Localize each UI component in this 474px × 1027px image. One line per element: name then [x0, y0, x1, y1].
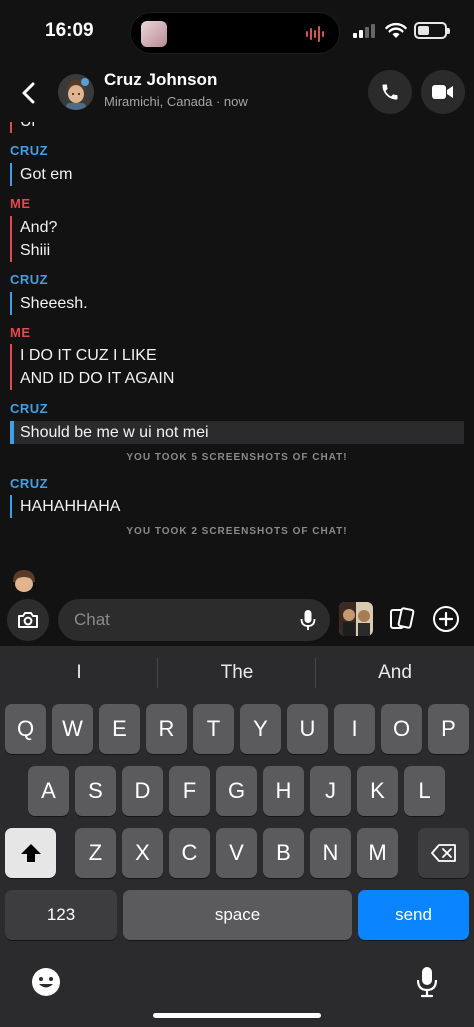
- backspace-key[interactable]: [418, 828, 469, 878]
- suggestion-1[interactable]: I: [0, 658, 158, 688]
- suggestion-3[interactable]: And: [316, 658, 474, 688]
- message-line: Shiii: [20, 242, 51, 259]
- key-r[interactable]: R: [146, 704, 187, 754]
- sticker-thumbnail-icon: [339, 602, 373, 636]
- friend-bitmoji-peek-icon: [13, 570, 35, 592]
- phone-icon: [382, 84, 398, 100]
- voice-call-button[interactable]: [368, 70, 412, 114]
- dynamic-island: [130, 12, 340, 54]
- video-icon: [432, 85, 453, 99]
- message-text[interactable]: Got em: [10, 163, 72, 186]
- sender-label: CRUZ: [10, 476, 49, 491]
- sender-label: CRUZ: [10, 401, 49, 416]
- key-h[interactable]: H: [263, 766, 304, 816]
- message-composer: [0, 594, 474, 646]
- key-n[interactable]: N: [310, 828, 351, 878]
- key-k[interactable]: K: [357, 766, 398, 816]
- video-call-button[interactable]: [421, 70, 465, 114]
- sender-label: CRUZ: [10, 143, 49, 158]
- battery-icon: [414, 22, 450, 39]
- key-l[interactable]: L: [404, 766, 445, 816]
- message-line: I DO IT CUZ I LIKE: [20, 347, 157, 364]
- message-text-partial: Ui: [10, 122, 35, 133]
- key-z[interactable]: Z: [75, 828, 116, 878]
- screenshot-notice: YOU TOOK 5 SCREENSHOTS OF CHAT!: [126, 452, 348, 463]
- now-playing-thumbnail: [141, 21, 167, 47]
- message-text[interactable]: HAHAHHAHA: [10, 495, 120, 518]
- message-line: AND ID DO IT AGAIN: [20, 370, 175, 387]
- numbers-key[interactable]: 123: [5, 890, 117, 940]
- key-o[interactable]: O: [381, 704, 422, 754]
- status-time: 16:09: [45, 20, 94, 41]
- camera-icon: [18, 612, 38, 628]
- back-chevron-icon[interactable]: [14, 78, 44, 108]
- key-g[interactable]: G: [216, 766, 257, 816]
- key-d[interactable]: D: [122, 766, 163, 816]
- key-b[interactable]: B: [263, 828, 304, 878]
- key-a[interactable]: A: [28, 766, 69, 816]
- contact-location-status: Miramichi, Canada · now: [104, 94, 248, 109]
- plus-icon[interactable]: [432, 605, 460, 633]
- chat-history[interactable]: Ui CRUZ Got em ME And? Shiii CRUZ Sheees…: [0, 122, 474, 592]
- key-f[interactable]: F: [169, 766, 210, 816]
- sticker-button[interactable]: [339, 602, 373, 636]
- cellular-signal-icon: [353, 24, 375, 38]
- message-text[interactable]: I DO IT CUZ I LIKE AND ID DO IT AGAIN: [10, 344, 174, 390]
- keyboard: I The And Q W E R T Y U I O P A S D F G …: [0, 646, 474, 1027]
- send-key[interactable]: send: [358, 890, 469, 940]
- message-text[interactable]: Sheeesh.: [10, 292, 88, 315]
- key-m[interactable]: M: [357, 828, 398, 878]
- shift-key[interactable]: [5, 828, 56, 878]
- contact-avatar[interactable]: [58, 74, 94, 110]
- suggestion-2[interactable]: The: [158, 658, 316, 688]
- audio-wave-icon: [306, 26, 324, 42]
- microphone-icon[interactable]: [300, 609, 316, 631]
- chat-header: Cruz Johnson Miramichi, Canada · now: [0, 62, 474, 122]
- chat-input[interactable]: [74, 609, 274, 631]
- dictation-microphone-icon[interactable]: [416, 966, 438, 998]
- message-text[interactable]: And? Shiii: [10, 216, 57, 262]
- backspace-icon: [430, 844, 456, 862]
- chat-input-container[interactable]: [58, 599, 330, 641]
- emoji-icon[interactable]: [30, 966, 62, 998]
- bitmoji-avatar-icon: [58, 74, 94, 110]
- key-q[interactable]: Q: [5, 704, 46, 754]
- key-c[interactable]: C: [169, 828, 210, 878]
- key-j[interactable]: J: [310, 766, 351, 816]
- sender-label: CRUZ: [10, 272, 49, 287]
- sender-label: ME: [10, 196, 31, 211]
- key-t[interactable]: T: [193, 704, 234, 754]
- space-key[interactable]: space: [123, 890, 352, 940]
- key-w[interactable]: W: [52, 704, 93, 754]
- key-u[interactable]: U: [287, 704, 328, 754]
- cards-icon[interactable]: [389, 606, 415, 632]
- status-bar: 16:09: [0, 0, 474, 62]
- key-i[interactable]: I: [334, 704, 375, 754]
- key-e[interactable]: E: [99, 704, 140, 754]
- message-text-highlighted[interactable]: Should be me w ui not mei: [10, 421, 464, 444]
- wifi-icon: [385, 22, 407, 38]
- key-y[interactable]: Y: [240, 704, 281, 754]
- key-v[interactable]: V: [216, 828, 257, 878]
- camera-button[interactable]: [7, 599, 49, 641]
- sender-label: ME: [10, 325, 31, 340]
- key-p[interactable]: P: [428, 704, 469, 754]
- screenshot-notice: YOU TOOK 2 SCREENSHOTS OF CHAT!: [126, 526, 348, 537]
- contact-name[interactable]: Cruz Johnson: [104, 70, 217, 90]
- shift-icon: [20, 844, 41, 862]
- message-line: And?: [20, 219, 58, 236]
- battery-level: [418, 26, 429, 35]
- key-x[interactable]: X: [122, 828, 163, 878]
- key-s[interactable]: S: [75, 766, 116, 816]
- home-indicator[interactable]: [153, 1013, 321, 1018]
